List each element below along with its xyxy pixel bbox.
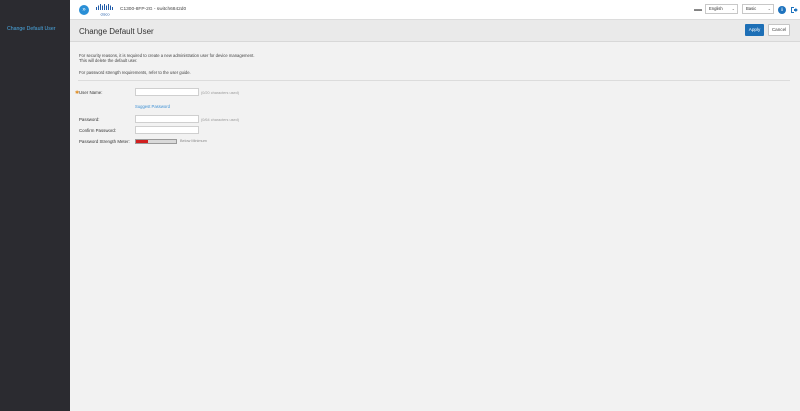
divider bbox=[78, 80, 790, 81]
username-label: User Name: bbox=[79, 90, 103, 95]
mode-select[interactable]: Basic ⌄ bbox=[742, 4, 774, 14]
cancel-button[interactable]: Cancel bbox=[768, 24, 790, 36]
chevron-down-icon: ⌄ bbox=[767, 6, 771, 11]
info-icon[interactable]: i bbox=[778, 6, 786, 14]
confirm-password-label: Confirm Password: bbox=[79, 128, 117, 133]
strength-meter bbox=[135, 139, 177, 144]
logout-icon[interactable] bbox=[790, 6, 798, 14]
suggest-password-link[interactable]: Suggest Password bbox=[135, 104, 170, 109]
password-label: Password: bbox=[79, 117, 100, 122]
confirm-password-input[interactable] bbox=[135, 126, 199, 134]
language-label: aaaa bbox=[694, 8, 702, 12]
strength-note: For password strength requirements, refe… bbox=[79, 70, 191, 75]
chevron-down-icon: ⌄ bbox=[731, 6, 735, 11]
page-header: Change Default User Apply Cancel bbox=[70, 20, 800, 42]
language-select[interactable]: English ⌄ bbox=[705, 4, 738, 14]
username-hint: (0/20 characters used) bbox=[201, 91, 239, 95]
delete-note: This will delete the default user. bbox=[79, 58, 138, 63]
password-input[interactable] bbox=[135, 115, 199, 123]
cisco-logo: cisco bbox=[96, 4, 113, 17]
sidebar-item-change-default-user[interactable]: Change Default User bbox=[7, 26, 55, 32]
mode-value: Basic bbox=[746, 6, 757, 11]
logo-text: cisco bbox=[100, 12, 110, 17]
apply-button[interactable]: Apply bbox=[745, 24, 764, 36]
menu-toggle-icon[interactable]: » bbox=[79, 5, 89, 15]
password-hint: (0/64 characters used) bbox=[201, 118, 239, 122]
strength-meter-fill bbox=[136, 140, 148, 143]
username-input[interactable] bbox=[135, 88, 199, 96]
page-title: Change Default User bbox=[79, 27, 154, 36]
device-title: C1300-8FP-2G - switch6842d0 bbox=[120, 7, 187, 12]
strength-meter-label: Password Strength Meter: bbox=[79, 139, 130, 144]
top-bar: » cisco C1300-8FP-2G - switch6842d0 aaaa… bbox=[70, 0, 800, 20]
sidebar: Change Default User bbox=[0, 0, 70, 411]
language-value: English bbox=[709, 6, 723, 11]
strength-meter-text: Below Minimum bbox=[180, 139, 207, 143]
